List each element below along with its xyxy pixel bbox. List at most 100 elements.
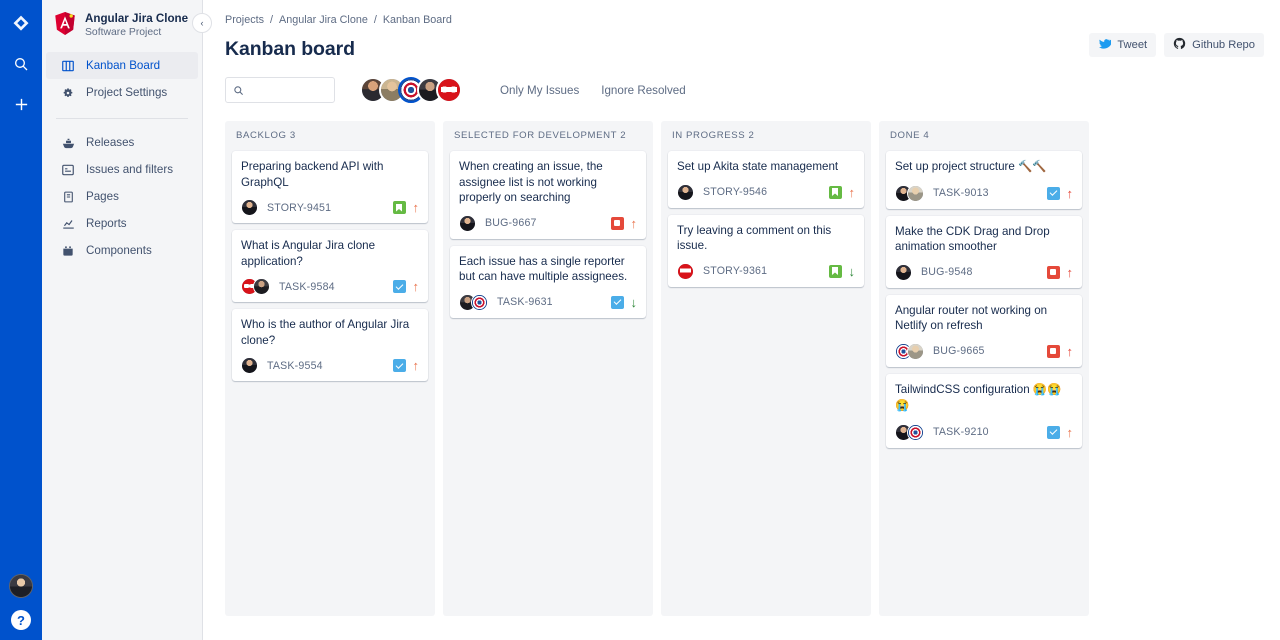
card-meta: ↓ <box>828 263 856 279</box>
card-assignee-avatars <box>241 357 258 374</box>
breadcrumb-item-board[interactable]: Kanban Board <box>383 14 452 26</box>
issue-card[interactable]: Angular router not working on Netlify on… <box>886 294 1082 367</box>
priority-low-icon: ↓ <box>848 263 856 279</box>
sidebar-item-project-settings[interactable]: Project Settings <box>46 79 198 106</box>
issue-key: TASK-9013 <box>933 187 989 199</box>
avatar <box>241 357 258 374</box>
tweet-button[interactable]: Tweet <box>1089 33 1157 57</box>
ship-icon <box>60 135 76 151</box>
project-header[interactable]: Angular Jira Clone Software Project <box>42 12 202 52</box>
avatar <box>241 199 258 216</box>
card-title: Angular router not working on Netlify on… <box>895 303 1048 333</box>
issue-card[interactable]: When creating an issue, the assignee lis… <box>450 151 646 239</box>
help-icon[interactable]: ? <box>11 610 31 630</box>
sidebar-item-components[interactable]: Components <box>46 237 198 264</box>
card-footer: TASK-9013 ↑ <box>895 184 1074 202</box>
avatar-spiderman[interactable] <box>436 77 462 103</box>
priority-highest-icon: ↑ <box>1066 185 1074 201</box>
issue-card[interactable]: TailwindCSS configuration 😭😭😭 TASK-9210 ↑ <box>886 373 1082 448</box>
avatar <box>907 423 924 441</box>
issue-key: TASK-9554 <box>267 359 323 372</box>
card-meta: ↑ <box>1046 424 1074 440</box>
only-my-issues-button[interactable]: Only My Issues <box>494 80 585 101</box>
priority-high-icon: ↑ <box>1066 424 1074 440</box>
issue-key: STORY-9361 <box>703 265 768 277</box>
issue-card[interactable]: Each issue has a single reporter but can… <box>450 245 646 318</box>
sidebar-item-releases[interactable]: Releases <box>46 129 198 156</box>
breadcrumb: Projects / Angular Jira Clone / Kanban B… <box>225 14 1264 26</box>
card-emoji: 😭😭😭 <box>895 383 1062 413</box>
breadcrumb-item-project[interactable]: Angular Jira Clone <box>279 14 368 26</box>
task-type-icon <box>1046 186 1060 200</box>
card-footer: TASK-9584 ↑ <box>241 278 419 295</box>
board-icon <box>60 58 76 74</box>
bug-type-icon <box>1046 265 1060 279</box>
sidebar-item-reports[interactable]: Reports <box>46 210 198 237</box>
priority-high-icon: ↑ <box>848 184 856 200</box>
sidebar-collapse-button[interactable]: ‹ <box>192 13 212 33</box>
card-footer: STORY-9361 ↓ <box>677 262 856 280</box>
column-header: SELECTED FOR DEVELOPMENT 2 <box>454 130 627 141</box>
issue-card[interactable]: Make the CDK Drag and Drop animation smo… <box>886 215 1082 288</box>
card-assignee-avatars <box>459 214 476 232</box>
task-type-icon <box>392 280 406 293</box>
story-type-icon <box>828 264 842 278</box>
search-icon[interactable] <box>7 50 35 78</box>
story-type-icon <box>392 201 406 214</box>
card-title: Who is the author of Angular Jira clone? <box>241 318 410 347</box>
card-footer: BUG-9667 ↑ <box>459 214 637 232</box>
issue-card[interactable]: Set up Akita state management STORY-9546 ↑ <box>668 151 864 208</box>
issue-key: BUG-9667 <box>485 217 537 229</box>
issue-card[interactable]: What is Angular Jira clone application? T… <box>232 230 428 302</box>
sidebar-divider <box>56 118 188 119</box>
angular-logo-icon <box>54 12 76 35</box>
project-sidebar: ‹ Angular Jira Clone Software Project Ka… <box>42 0 212 640</box>
sidebar-item-label: Issues and filters <box>86 163 173 176</box>
main-content: Projects / Angular Jira Clone / Kanban B… <box>203 0 1280 640</box>
card-footer: BUG-9665 ↑ <box>895 342 1074 360</box>
story-type-icon <box>828 185 842 199</box>
card-title: When creating an issue, the assignee lis… <box>459 160 603 204</box>
sidebar-item-label: Project Settings <box>86 86 168 99</box>
sidebar-item-kanban-board[interactable]: Kanban Board <box>46 52 198 79</box>
card-title: Preparing backend API with GraphQL <box>241 160 384 189</box>
issue-card[interactable]: Preparing backend API with GraphQL STORY-… <box>232 151 428 223</box>
issue-card[interactable]: Who is the author of Angular Jira clone?… <box>232 309 428 381</box>
ignore-resolved-button[interactable]: Ignore Resolved <box>595 80 691 101</box>
avatar <box>459 214 476 232</box>
components-icon <box>60 243 76 259</box>
avatar <box>895 263 912 281</box>
card-meta: ↑ <box>610 216 637 230</box>
issue-key: TASK-9210 <box>933 426 989 438</box>
search-icon <box>234 85 244 95</box>
plus-icon[interactable] <box>7 90 35 118</box>
priority-highest-icon: ↑ <box>1066 343 1074 359</box>
card-meta: ↓ <box>610 295 637 309</box>
board-column-backlog: BACKLOG 3 Preparing backend API with Grap… <box>225 121 435 616</box>
github-icon <box>1173 37 1186 53</box>
sidebar-item-label: Kanban Board <box>86 59 161 72</box>
issue-card[interactable]: Set up project structure 🔨🔨 TASK-9013 ↑ <box>886 151 1082 209</box>
card-meta: ↑ <box>392 359 419 372</box>
user-avatar[interactable] <box>9 574 33 598</box>
issue-card[interactable]: Try leaving a comment on this issue. STOR… <box>668 214 864 287</box>
bug-type-icon <box>610 216 624 230</box>
bug-type-icon <box>1046 344 1060 358</box>
avatar <box>253 278 270 295</box>
rail-bottom-group: ? <box>0 574 42 630</box>
tweet-label: Tweet <box>1117 39 1148 51</box>
sidebar-item-issues-and-filters[interactable]: Issues and filters <box>46 156 198 183</box>
card-meta: ↑ <box>1046 185 1074 201</box>
jira-logo-icon[interactable] <box>7 10 35 38</box>
card-assignee-avatars <box>241 199 258 216</box>
search-box[interactable] <box>225 77 335 103</box>
avatar <box>907 342 924 360</box>
github-repo-button[interactable]: Github Repo <box>1164 33 1264 57</box>
assignee-avatar-filter <box>360 77 462 103</box>
card-meta: ↑ <box>392 280 419 293</box>
sidebar-item-label: Components <box>86 244 152 257</box>
breadcrumb-item-projects[interactable]: Projects <box>225 14 264 26</box>
card-title: Make the CDK Drag and Drop animation smo… <box>895 224 1050 254</box>
search-input[interactable] <box>248 84 326 96</box>
sidebar-item-pages[interactable]: Pages <box>46 183 198 210</box>
